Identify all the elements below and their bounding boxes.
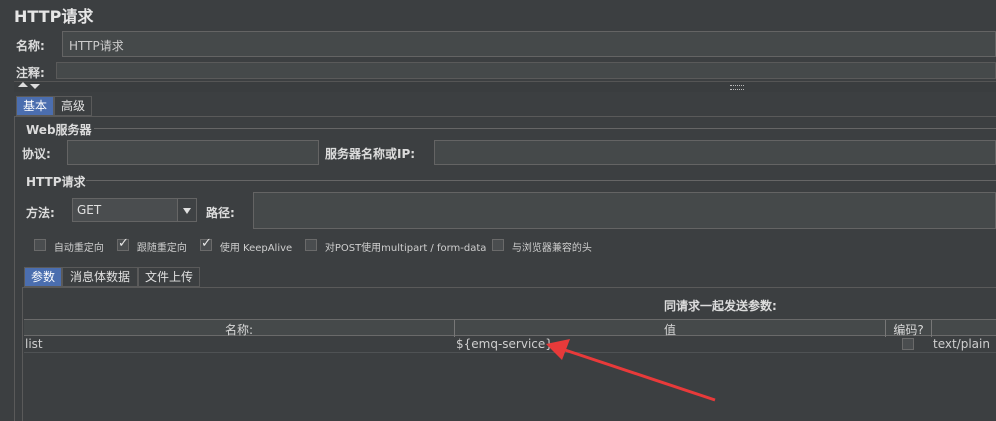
method-select-value: GET (77, 203, 102, 217)
row-encode-cell[interactable] (902, 338, 914, 353)
tab-body-data-label: 消息体数据 (69, 270, 130, 284)
protocol-input[interactable] (67, 140, 319, 165)
protocol-label: 协议: (22, 147, 51, 161)
tab-file-upload-label: 文件上传 (144, 270, 193, 284)
browser-headers-checkbox[interactable] (492, 239, 504, 251)
header-divider-3 (931, 320, 932, 337)
option-multipart[interactable]: 对POST使用multipart / form-data (305, 239, 486, 254)
option-browser-headers[interactable]: 与浏览器兼容的头 (492, 239, 592, 254)
web-server-legend: Web服务器 (26, 123, 92, 137)
window-title: HTTP请求 (14, 7, 94, 26)
tab-basic[interactable]: 基本 (16, 96, 54, 116)
params-title: 同请求一起发送参数: (664, 299, 777, 313)
dropdown-arrow-icon[interactable] (177, 199, 196, 221)
tab-body-data[interactable]: 消息体数据 (62, 267, 138, 287)
tab-advanced-label: 高级 (60, 99, 85, 113)
option-auto-redirect[interactable]: 自动重定向 (34, 239, 104, 254)
splitter-bar[interactable] (14, 81, 996, 92)
http-request-divider (86, 180, 996, 181)
name-field-value: HTTP请求 (69, 39, 124, 53)
http-request-legend: HTTP请求 (26, 175, 86, 189)
auto-redirect-label: 自动重定向 (53, 243, 104, 254)
tab-parameters-label: 参数 (30, 270, 55, 284)
follow-redirect-label: 跟随重定向 (136, 243, 187, 254)
path-input[interactable] (253, 192, 996, 229)
tab-file-upload[interactable]: 文件上传 (138, 267, 200, 287)
collapse-down-icon[interactable] (30, 84, 40, 89)
name-label: 名称: (16, 39, 45, 53)
keepalive-label: 使用 KeepAlive (219, 243, 293, 254)
splitter-grip-icon[interactable] (730, 85, 744, 90)
table-row[interactable]: list ${emq-service} text/plain (24, 336, 996, 353)
annotation-arrow-icon (546, 339, 716, 402)
multipart-checkbox[interactable] (305, 239, 317, 251)
tab-parameters[interactable]: 参数 (24, 267, 62, 287)
row-name-cell[interactable]: list (25, 337, 43, 351)
encode-checkbox[interactable] (902, 338, 914, 350)
keepalive-checkbox[interactable] (200, 236, 212, 251)
annotation-arrow-shaft (561, 347, 716, 402)
row-type-cell[interactable]: text/plain (933, 337, 990, 351)
comment-label: 注释: (16, 66, 45, 80)
table-header: 名称: 值 编码? (24, 319, 996, 337)
multipart-label: 对POST使用multipart / form-data (324, 243, 487, 254)
method-select[interactable]: GET (72, 198, 197, 222)
tab-advanced[interactable]: 高级 (54, 96, 92, 116)
follow-redirect-checkbox[interactable] (117, 236, 129, 251)
option-follow-redirect[interactable]: 跟随重定向 (117, 236, 187, 254)
params-table: 名称: 值 编码? list ${emq-service} text/plain (24, 319, 996, 421)
auto-redirect-checkbox[interactable] (34, 239, 46, 251)
option-keepalive[interactable]: 使用 KeepAlive (200, 236, 293, 254)
name-field[interactable]: HTTP请求 (62, 31, 996, 57)
collapse-up-icon[interactable] (18, 82, 28, 87)
browser-headers-label: 与浏览器兼容的头 (511, 243, 592, 254)
server-label: 服务器名称或IP: (325, 147, 416, 161)
tab-basic-label: 基本 (22, 99, 47, 113)
web-server-divider (94, 128, 996, 129)
row-value-cell[interactable]: ${emq-service} (456, 337, 553, 351)
method-label: 方法: (26, 206, 55, 220)
path-label: 路径: (206, 206, 235, 220)
comment-field[interactable] (56, 62, 996, 79)
server-input[interactable] (434, 140, 996, 165)
